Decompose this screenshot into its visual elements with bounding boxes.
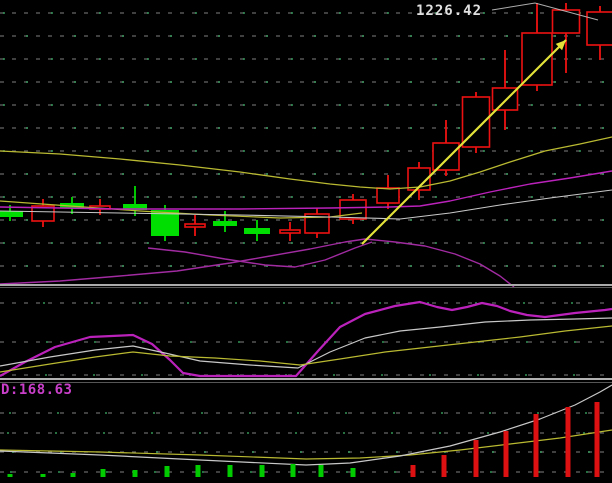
panel-divider bbox=[0, 284, 612, 286]
j-line bbox=[0, 302, 612, 376]
volume-bar-down bbox=[260, 465, 265, 477]
volume-bar-down bbox=[319, 465, 324, 477]
candle-down bbox=[0, 211, 23, 217]
volume-bar-down bbox=[228, 465, 233, 477]
volume-bar-down bbox=[101, 469, 106, 477]
volume-bar-up bbox=[504, 431, 509, 477]
volume-bar-down bbox=[41, 474, 46, 477]
volume-bar-up bbox=[442, 455, 447, 477]
volume-bar-down bbox=[133, 470, 138, 477]
indicator-readout-label: D:168.63 bbox=[1, 382, 72, 398]
price-annotation-label: 1226.42 bbox=[416, 3, 482, 19]
candle-up bbox=[185, 224, 205, 227]
volume-bar-down bbox=[291, 464, 296, 477]
ma-yellow-long bbox=[0, 137, 612, 189]
candle-up bbox=[587, 12, 612, 45]
volume-bar-down bbox=[351, 468, 356, 477]
trading-chart-window: 1226.42 D:168.63 bbox=[0, 0, 612, 483]
volume-bar-down bbox=[196, 465, 201, 477]
volume-bar-up bbox=[595, 402, 600, 477]
volume-bar-down bbox=[8, 474, 13, 477]
candle-up bbox=[377, 188, 399, 203]
chart-canvas[interactable] bbox=[0, 0, 612, 483]
volume-bar-up bbox=[411, 465, 416, 477]
volume-bar-up bbox=[534, 414, 539, 477]
candle-down bbox=[244, 228, 270, 234]
candle-down bbox=[213, 221, 237, 226]
volume-bar-up bbox=[474, 440, 479, 477]
candle-up bbox=[280, 230, 300, 233]
band-purple-b bbox=[148, 242, 372, 267]
candle-up bbox=[340, 200, 366, 219]
panel-divider bbox=[0, 287, 612, 288]
volume-bar-down bbox=[165, 466, 170, 477]
volume-bar-up bbox=[566, 407, 571, 477]
panel-divider bbox=[0, 378, 612, 380]
volume-bar-down bbox=[71, 473, 76, 477]
annotation-pointer-line bbox=[492, 3, 598, 20]
ma-magenta bbox=[0, 171, 612, 209]
trend-arrow-line bbox=[362, 40, 566, 244]
panel-divider bbox=[0, 382, 612, 383]
band-purple-a bbox=[0, 239, 514, 287]
k-line bbox=[0, 318, 612, 368]
candle-up bbox=[433, 143, 459, 170]
vol-ma-white bbox=[0, 385, 612, 465]
